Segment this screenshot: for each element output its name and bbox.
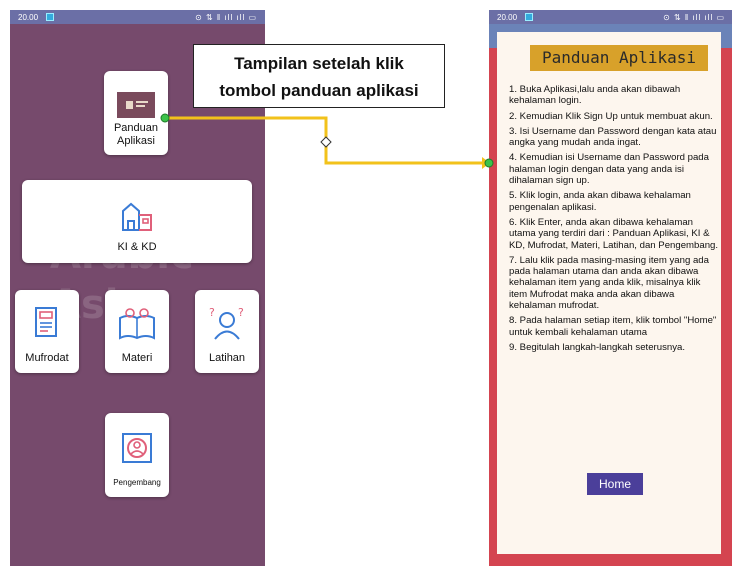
menu-item-label: Pengembang [113,478,161,487]
status-bar: 20.00 ⊙ ⇅ ‖ ıll ıll ▭ [489,10,732,24]
profile-frame-icon [121,432,153,464]
guide-step: 3. Isi Username dan Password dengan kata… [509,125,717,149]
book-cover-icon [117,92,155,118]
menu-item-latihan[interactable]: ? ? Latihan [195,290,259,373]
svg-text:?: ? [209,306,215,319]
menu-item-pengembang[interactable]: Pengembang [105,413,169,497]
guide-step: 7. Lalu klik pada masing-masing item yan… [509,254,709,312]
status-bar: 20.00 ⊙ ⇅ ‖ ıll ıll ▭ [10,10,265,24]
menu-item-materi[interactable]: Materi [105,290,169,373]
status-time: 20.00 [18,12,39,22]
guide-step: 5. Klik login, anda akan dibawa kehalama… [509,190,691,213]
document-list-icon [34,306,60,340]
school-building-icon [120,201,154,231]
open-book-icon [118,308,156,340]
menu-item-ki-kd[interactable]: KI & KD [22,180,252,263]
panduan-aplikasi-screen: 20.00 ⊙ ⇅ ‖ ıll ıll ▭ Panduan Aplikasi 1… [489,10,732,566]
status-icons: ⊙ ⇅ ‖ ıll ıll ▭ [663,12,725,22]
guide-steps-list: 1. Buka Aplikasi,lalu anda akan dibawah … [509,84,721,357]
guide-step: 4. Kemudian isi Username dan Password pa… [509,152,709,187]
menu-item-mufrodat[interactable]: Mufrodat [15,290,79,373]
student-question-icon: ? ? [209,306,245,340]
menu-item-label: Panduan Aplikasi [113,122,159,147]
notification-icon [525,13,534,21]
page-title: Panduan Aplikasi [530,45,708,71]
status-time: 20.00 [497,12,518,22]
annotation-callout: Tampilan setelah klik tombol panduan apl… [193,44,445,108]
guide-step: 1. Buka Aplikasi,lalu anda akan dibawah … [509,84,681,107]
menu-item-label: KI & KD [117,241,157,253]
menu-item-label: Latihan [208,352,246,364]
menu-item-label: Mufrodat [25,352,69,364]
svg-text:?: ? [238,306,244,319]
menu-item-label: Materi [121,352,153,364]
guide-step: 8. Pada halaman setiap item, klik tombol… [509,315,717,338]
status-icons: ⊙ ⇅ ‖ ıll ıll ▭ [195,12,257,22]
guide-panel: Panduan Aplikasi 1. Buka Aplikasi,lalu a… [497,32,721,554]
guide-step: 6. Klik Enter, anda akan dibawa kehalama… [509,216,719,251]
menu-item-panduan-aplikasi[interactable]: Panduan Aplikasi [104,71,168,155]
home-button[interactable]: Home [587,473,643,495]
notification-icon [46,13,55,21]
guide-step: 9. Begitulah langkah-langkah seterusnya. [509,341,686,353]
callout-line-1: Tampilan setelah klik [234,54,404,73]
guide-step: 2. Kemudian Klik Sign Up untuk membuat a… [509,110,713,122]
callout-line-2: tombol panduan aplikasi [219,81,419,100]
